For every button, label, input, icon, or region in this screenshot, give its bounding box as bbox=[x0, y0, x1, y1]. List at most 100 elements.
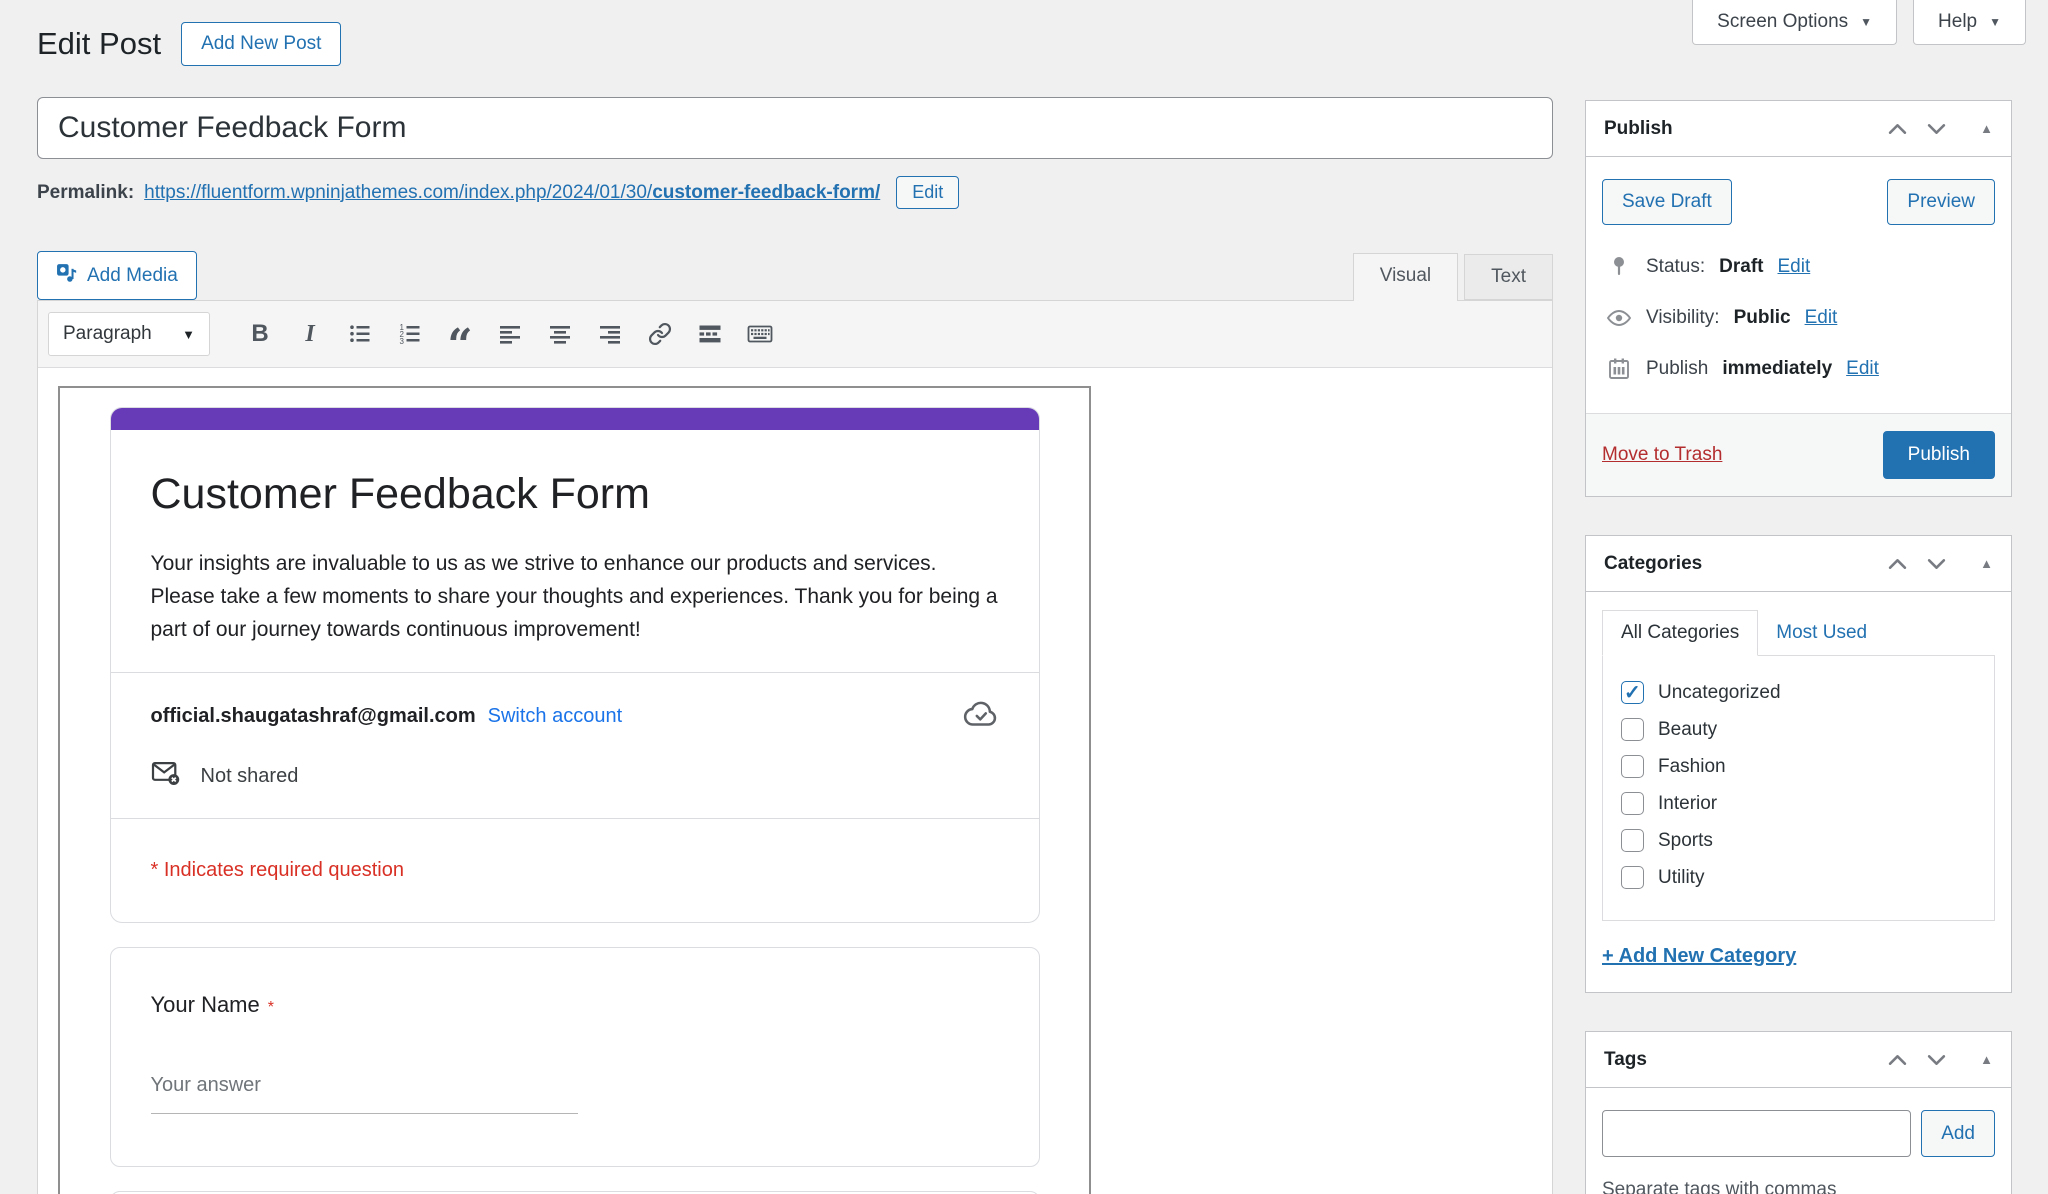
insert-link-button[interactable] bbox=[638, 313, 682, 355]
bulleted-list-button[interactable] bbox=[338, 313, 382, 355]
sidebar: Publish ▲ Save Draft Preview Status: Dra… bbox=[1585, 100, 2012, 1194]
caret-down-icon: ▼ bbox=[1860, 15, 1873, 29]
edit-status-link[interactable]: Edit bbox=[1778, 256, 1811, 278]
move-panel-up-icon[interactable] bbox=[1888, 1054, 1907, 1066]
edit-visibility-link[interactable]: Edit bbox=[1805, 307, 1838, 329]
page-header: Edit Post Add New Post bbox=[37, 22, 342, 66]
panel-toggle-icon[interactable]: ▲ bbox=[1980, 556, 1993, 571]
paragraph-format-value: Paragraph bbox=[63, 323, 152, 344]
caret-down-icon: ▼ bbox=[182, 326, 195, 342]
preview-button[interactable]: Preview bbox=[1887, 179, 1995, 225]
category-checkbox[interactable] bbox=[1621, 680, 1644, 705]
admin-chrome-tabs: Screen Options ▼ Help ▼ bbox=[1692, 0, 2026, 45]
google-form-embed[interactable]: Customer Feedback Form Your insights are… bbox=[58, 386, 1091, 1194]
keyboard-shortcuts-button[interactable] bbox=[738, 313, 782, 355]
category-checkbox[interactable] bbox=[1621, 792, 1644, 815]
help-button[interactable]: Help ▼ bbox=[1913, 0, 2026, 45]
align-left-button[interactable] bbox=[488, 313, 532, 355]
gform-account-row: official.shaugatashraf@gmail.com Switch … bbox=[151, 699, 999, 734]
gform-accent-bar bbox=[110, 408, 1039, 430]
publish-button[interactable]: Publish bbox=[1882, 431, 1995, 479]
panel-toggle-icon[interactable]: ▲ bbox=[1980, 1052, 1993, 1067]
align-center-button[interactable] bbox=[538, 313, 582, 355]
link-icon bbox=[648, 322, 672, 346]
add-new-post-button[interactable]: Add New Post bbox=[181, 22, 342, 66]
more-tag-icon bbox=[698, 322, 722, 346]
status-row: Status: Draft Edit bbox=[1602, 241, 1995, 293]
bold-button[interactable]: B bbox=[238, 313, 282, 355]
insert-more-tag-button[interactable] bbox=[688, 313, 732, 355]
permalink-slug: customer-feedback-form/ bbox=[652, 181, 881, 203]
editor-body: Paragraph ▼ B I 123 “ Customer Feedback … bbox=[37, 300, 1553, 1194]
tags-input[interactable] bbox=[1602, 1110, 1912, 1157]
switch-account-link[interactable]: Switch account bbox=[488, 705, 623, 728]
move-to-trash-link[interactable]: Move to Trash bbox=[1602, 444, 1722, 466]
align-left-icon bbox=[498, 322, 522, 346]
publish-panel-title: Publish bbox=[1604, 117, 1673, 139]
category-item[interactable]: Fashion bbox=[1613, 748, 1984, 785]
category-item[interactable]: Interior bbox=[1613, 785, 1984, 822]
panel-toggle-icon[interactable]: ▲ bbox=[1980, 121, 1993, 136]
permalink-label: Permalink: bbox=[37, 181, 135, 203]
publish-panel-body: Save Draft Preview Status: Draft Edit Vi… bbox=[1586, 157, 2011, 413]
page-title: Edit Post bbox=[37, 26, 162, 61]
align-right-button[interactable] bbox=[588, 313, 632, 355]
short-answer-input[interactable]: Your answer bbox=[150, 1074, 578, 1114]
tags-panel: Tags ▲ Add Separate tags with commas bbox=[1585, 1031, 2012, 1194]
italic-button[interactable]: I bbox=[288, 313, 332, 355]
paragraph-format-select[interactable]: Paragraph ▼ bbox=[48, 312, 210, 356]
tab-most-used[interactable]: Most Used bbox=[1758, 611, 1885, 655]
numbered-list-button[interactable]: 123 bbox=[388, 313, 432, 355]
tags-panel-header: Tags ▲ bbox=[1586, 1032, 2011, 1088]
category-checkbox[interactable] bbox=[1621, 755, 1644, 778]
permalink-base: https://fluentform.wpninjathemes.com/ind… bbox=[144, 181, 653, 203]
gform-question-card: Your Name * Your answer bbox=[109, 947, 1040, 1167]
not-shared-label: Not shared bbox=[200, 764, 299, 787]
edit-schedule-link[interactable]: Edit bbox=[1846, 358, 1879, 380]
add-media-button[interactable]: Add Media bbox=[37, 251, 197, 300]
category-label: Beauty bbox=[1658, 718, 1718, 740]
screen-options-label: Screen Options bbox=[1717, 11, 1849, 32]
visibility-eye-icon bbox=[1606, 308, 1632, 328]
blockquote-button[interactable]: “ bbox=[438, 313, 482, 367]
categories-panel-body: All Categories Most Used Uncategorized B… bbox=[1586, 592, 2011, 992]
tags-panel-body: Add Separate tags with commas bbox=[1586, 1088, 2011, 1194]
schedule-label: Publish bbox=[1646, 358, 1709, 379]
save-draft-button[interactable]: Save Draft bbox=[1602, 179, 1732, 225]
tab-all-categories[interactable]: All Categories bbox=[1602, 610, 1759, 656]
categories-tabs: All Categories Most Used bbox=[1602, 610, 1995, 656]
category-checkbox[interactable] bbox=[1621, 718, 1644, 741]
move-panel-down-icon[interactable] bbox=[1927, 1054, 1946, 1066]
permalink-edit-button[interactable]: Edit bbox=[896, 176, 960, 209]
tab-visual[interactable]: Visual bbox=[1352, 253, 1459, 301]
wordpress-edit-post-screen: Screen Options ▼ Help ▼ Edit Post Add Ne… bbox=[0, 0, 2048, 1194]
editor-mode-tabs: Visual Text bbox=[1352, 253, 1553, 301]
align-center-icon bbox=[548, 322, 572, 346]
minor-publishing-actions: Save Draft Preview bbox=[1602, 179, 1995, 225]
category-label: Utility bbox=[1658, 866, 1705, 888]
post-title-input[interactable] bbox=[37, 97, 1553, 159]
move-panel-down-icon[interactable] bbox=[1927, 558, 1946, 570]
add-tag-button[interactable]: Add bbox=[1921, 1110, 1995, 1157]
category-item[interactable]: Sports bbox=[1613, 822, 1984, 859]
permalink-link[interactable]: https://fluentform.wpninjathemes.com/ind… bbox=[144, 182, 880, 204]
move-panel-up-icon[interactable] bbox=[1888, 558, 1907, 570]
gform-account-email: official.shaugatashraf@gmail.com bbox=[150, 705, 476, 727]
gform-required-note: * Indicates required question bbox=[150, 859, 405, 881]
category-label: Uncategorized bbox=[1658, 681, 1781, 703]
category-checkbox[interactable] bbox=[1621, 829, 1644, 852]
category-item[interactable]: Utility bbox=[1613, 859, 1984, 896]
visibility-value: Public bbox=[1733, 307, 1791, 328]
category-item[interactable]: Uncategorized bbox=[1613, 674, 1984, 711]
categories-panel-header: Categories ▲ bbox=[1586, 536, 2011, 592]
move-panel-up-icon[interactable] bbox=[1888, 123, 1907, 135]
status-value: Draft bbox=[1719, 256, 1764, 277]
add-new-category-link[interactable]: + Add New Category bbox=[1602, 945, 1796, 968]
tab-text[interactable]: Text bbox=[1464, 254, 1553, 300]
category-checkbox[interactable] bbox=[1621, 866, 1644, 889]
editor-content-area[interactable]: Customer Feedback Form Your insights are… bbox=[38, 368, 1552, 1194]
visibility-row: Visibility: Public Edit bbox=[1602, 293, 1995, 343]
move-panel-down-icon[interactable] bbox=[1927, 123, 1946, 135]
screen-options-button[interactable]: Screen Options ▼ bbox=[1692, 0, 1898, 45]
category-item[interactable]: Beauty bbox=[1613, 711, 1984, 748]
